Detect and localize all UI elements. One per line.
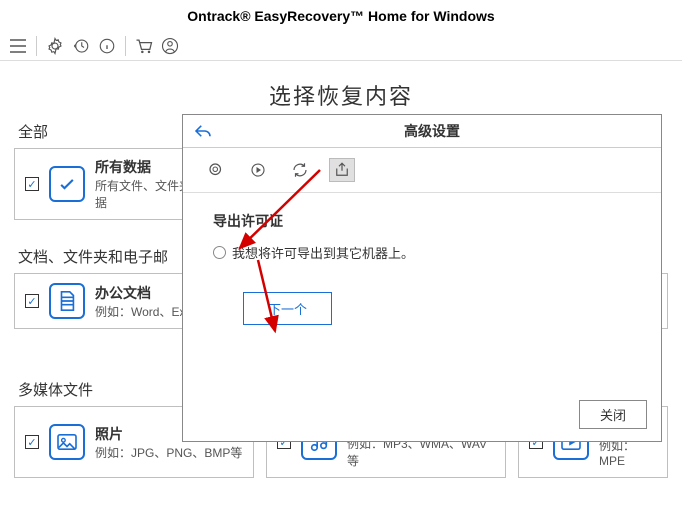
modal-title: 高级设置 (213, 121, 651, 141)
export-license-heading: 导出许可证 (213, 211, 631, 231)
radio-label: 我想将许可导出到其它机器上。 (232, 243, 414, 262)
document-icon (49, 283, 85, 319)
gear-icon[interactable] (45, 36, 65, 56)
history-icon[interactable] (71, 36, 91, 56)
resume-icon[interactable] (245, 158, 271, 182)
user-icon[interactable] (160, 36, 180, 56)
cart-icon[interactable] (134, 36, 154, 56)
separator (125, 36, 126, 56)
update-icon[interactable] (287, 158, 313, 182)
back-icon[interactable] (193, 122, 213, 140)
page-heading: 选择恢复内容 (0, 79, 682, 111)
card-sub: 例如：JPG、PNG、BMP等 (95, 444, 242, 461)
check-icon (49, 166, 85, 202)
checkbox-icon[interactable]: ✓ (25, 177, 39, 191)
close-button[interactable]: 关闭 (579, 400, 647, 429)
app-title: Ontrack® EasyRecovery™ Home for Windows (0, 0, 682, 32)
advanced-settings-modal: 高级设置 导出许可证 我想将许可导出到其它机器上。 下一个 关闭 (182, 114, 662, 442)
modal-header: 高级设置 (183, 115, 661, 148)
export-option-row[interactable]: 我想将许可导出到其它机器上。 (213, 243, 631, 262)
next-button[interactable]: 下一个 (243, 292, 332, 325)
export-icon[interactable] (329, 158, 355, 182)
modal-body: 导出许可证 我想将许可导出到其它机器上。 下一个 (183, 193, 661, 343)
preview-icon[interactable] (203, 158, 229, 182)
checkbox-icon[interactable]: ✓ (25, 435, 39, 449)
checkbox-icon[interactable]: ✓ (25, 294, 39, 308)
menu-icon[interactable] (8, 36, 28, 56)
modal-toolbar (183, 148, 661, 193)
image-icon (49, 424, 85, 460)
radio-icon[interactable] (213, 246, 226, 259)
separator (36, 36, 37, 56)
info-icon[interactable] (97, 36, 117, 56)
main-toolbar (0, 32, 682, 61)
